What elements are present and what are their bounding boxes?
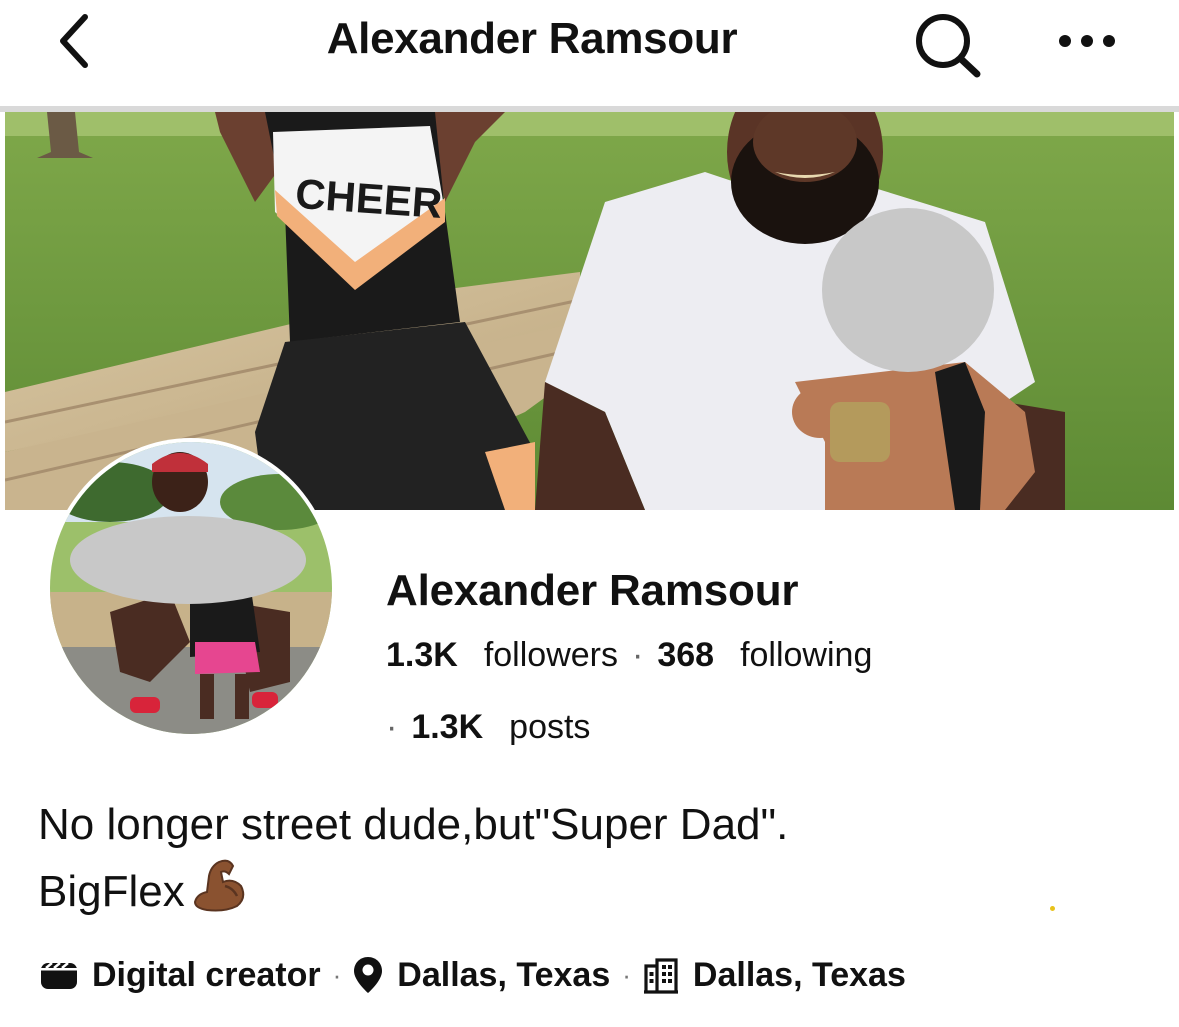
stats-row-2: · 1.3K posts <box>386 708 590 747</box>
hometown-item[interactable]: Dallas, Texas <box>643 956 906 995</box>
building-icon <box>643 956 679 994</box>
following-label: following <box>740 636 873 674</box>
bio: No longer street dude,but"Super Dad". Bi… <box>38 794 788 931</box>
blurred-face <box>822 208 994 372</box>
hometown-label: Dallas, Texas <box>692 955 906 994</box>
meta-separator: · <box>332 959 342 990</box>
avatar[interactable] <box>46 438 336 738</box>
more-horizontal-icon <box>1059 35 1115 47</box>
category-item[interactable]: Digital creator <box>40 956 321 995</box>
location-label: Dallas, Texas <box>397 955 611 994</box>
profile-header: Alexander Ramsour <box>0 0 1179 108</box>
stats-row: 1.3K followers · 368 following <box>386 636 872 675</box>
search-button[interactable] <box>905 8 991 82</box>
flexed-bicep-icon <box>189 856 247 931</box>
profile-name: Alexander Ramsour <box>386 566 799 615</box>
profile-meta-row: Digital creator · Dallas, Texas · Dallas… <box>40 952 906 998</box>
posts-count: 1.3K <box>411 708 484 746</box>
followers-stat[interactable]: 1.3K followers <box>386 636 618 674</box>
video-tile-icon <box>40 960 78 990</box>
bio-line-2: BigFlex <box>38 867 185 916</box>
posts-stat[interactable]: 1.3K posts <box>411 708 590 746</box>
search-icon <box>916 14 981 78</box>
stats-separator: · <box>386 708 398 746</box>
meta-separator: · <box>622 959 631 990</box>
avatar-image <box>50 442 332 734</box>
category-label: Digital creator <box>92 955 321 994</box>
decorative-dot <box>1050 906 1055 911</box>
stats-separator: · <box>632 636 644 674</box>
following-count: 368 <box>657 636 715 674</box>
followers-count: 1.3K <box>386 636 458 674</box>
avatar-blurred-face <box>70 516 306 604</box>
location-pin-icon <box>353 956 383 994</box>
following-stat[interactable]: 368 following <box>657 636 872 674</box>
followers-label: followers <box>483 636 618 674</box>
posts-label: posts <box>509 708 591 746</box>
bio-line-1: No longer street dude,but"Super Dad". <box>38 800 789 849</box>
more-options-button[interactable] <box>1050 18 1124 64</box>
location-item[interactable]: Dallas, Texas <box>353 956 610 995</box>
